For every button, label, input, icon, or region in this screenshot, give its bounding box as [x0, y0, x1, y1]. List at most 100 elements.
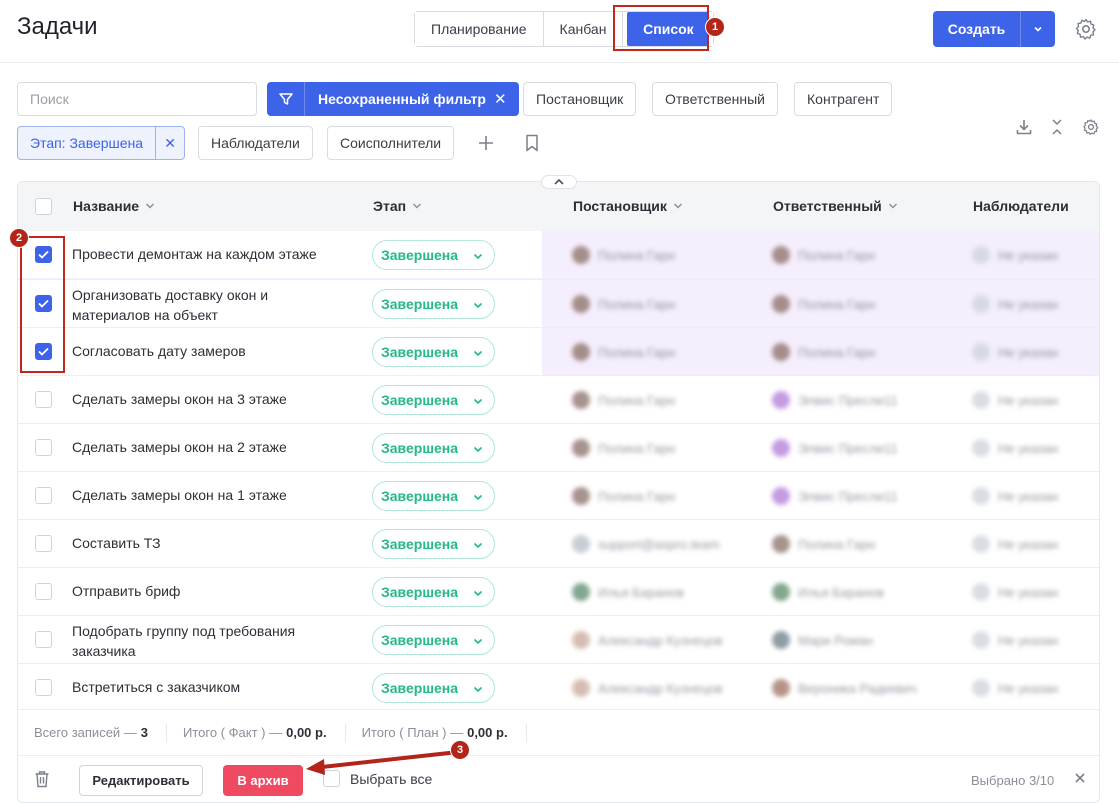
table-row[interactable]: Отправить бриф Завершена Илья Баранов Илья …	[18, 567, 1099, 615]
table-row[interactable]: Сделать замеры окон на 2 этаже Завершена П…	[18, 423, 1099, 471]
watchers-cell-text: Не указан	[998, 488, 1059, 504]
assignee-cell-text: Элвис Пресли11	[798, 440, 898, 456]
table-row[interactable]: Встретиться с заказчиком Завершена Алексан…	[18, 663, 1099, 711]
author-cell-text: Полина Гарн	[598, 488, 676, 504]
author-cell: Полина Гарн	[572, 295, 675, 313]
stage-select[interactable]: Завершена	[372, 529, 495, 559]
summary-plan: Итого ( План ) —0,00 р.	[346, 723, 527, 742]
stage-select[interactable]: Завершена	[372, 481, 495, 511]
avatar	[972, 439, 990, 457]
filter-chip-watchers[interactable]: Наблюдатели	[198, 126, 313, 160]
archive-button[interactable]: В архив	[223, 765, 303, 796]
assignee-cell: Полина Гарн	[772, 295, 875, 313]
task-name[interactable]: Провести демонтаж на каждом этаже	[72, 244, 317, 264]
collapse-filters-toggle[interactable]	[541, 175, 577, 189]
assignee-cell-text: Полина Гарн	[798, 296, 876, 312]
bookmark-icon[interactable]	[523, 133, 541, 153]
remove-stage-filter-icon[interactable]: ✕	[156, 127, 184, 159]
row-checkbox[interactable]	[35, 391, 52, 408]
column-author-label: Постановщик	[573, 198, 667, 214]
filter-chip-author[interactable]: Постановщик	[523, 82, 637, 116]
task-name[interactable]: Подобрать группу под требования заказчик…	[72, 621, 295, 661]
author-cell: Полина Гарн	[572, 439, 675, 457]
delete-trash-icon[interactable]	[34, 770, 50, 793]
stage-select-label: Завершена	[381, 440, 459, 456]
stage-select[interactable]: Завершена	[372, 289, 495, 319]
stage-select-label: Завершена	[381, 247, 459, 263]
assignee-cell: Полина Гарн	[772, 343, 875, 361]
download-icon[interactable]	[1014, 117, 1034, 137]
row-checkbox[interactable]	[35, 487, 52, 504]
stage-select[interactable]: Завершена	[372, 240, 495, 270]
stage-select[interactable]: Завершена	[372, 577, 495, 607]
assignee-cell: Элвис Пресли11	[772, 391, 897, 409]
summary-total-label: Всего записей —	[34, 725, 137, 740]
header-select-all-checkbox[interactable]	[35, 198, 52, 215]
table-row[interactable]: Составить ТЗ Завершена support@aspro.team П…	[18, 519, 1099, 567]
edit-button[interactable]: Редактировать	[79, 765, 203, 796]
avatar	[772, 391, 790, 409]
task-name[interactable]: Сделать замеры окон на 3 этаже	[72, 389, 287, 409]
assignee-cell: Элвис Пресли11	[772, 439, 897, 457]
avatar	[772, 583, 790, 601]
task-name[interactable]: Составить ТЗ	[72, 533, 161, 553]
active-filter-button[interactable]: Несохраненный фильтр ✕	[267, 82, 519, 116]
column-name[interactable]: Название	[73, 198, 155, 214]
row-checkbox[interactable]	[35, 439, 52, 456]
clear-filter-icon[interactable]: ✕	[492, 90, 519, 108]
stage-select-label: Завершена	[381, 536, 459, 552]
filter-chip-contractor[interactable]: Контрагент	[794, 82, 893, 116]
column-name-label: Название	[73, 198, 140, 214]
table-row[interactable]: Подобрать группу под требования заказчик…	[18, 615, 1099, 663]
stage-select[interactable]: Завершена	[372, 337, 495, 367]
stage-select[interactable]: Завершена	[372, 673, 495, 703]
avatar	[572, 391, 590, 409]
stage-select[interactable]: Завершена	[372, 433, 495, 463]
assignee-cell: Полина Гарн	[772, 535, 875, 553]
annotation-highlight-checkboxes	[20, 236, 65, 373]
create-dropdown-icon[interactable]	[1021, 23, 1055, 35]
filter-chip-assignee[interactable]: Ответственный	[652, 82, 778, 116]
table-row[interactable]: Сделать замеры окон на 3 этаже Завершена П…	[18, 375, 1099, 423]
tab-kanban[interactable]: Канбан	[543, 12, 624, 46]
task-name[interactable]: Сделать замеры окон на 1 этаже	[72, 485, 287, 505]
stage-select[interactable]: Завершена	[372, 625, 495, 655]
filter-chip-coexecutors[interactable]: Соисполнители	[327, 126, 455, 160]
avatar	[772, 246, 790, 264]
annotation-arrow	[306, 750, 459, 775]
table-row[interactable]: Сделать замеры окон на 1 этаже Завершена П…	[18, 471, 1099, 519]
close-selection-icon[interactable]	[1074, 771, 1086, 789]
search-input[interactable]	[17, 82, 257, 116]
tab-planning[interactable]: Планирование	[415, 12, 544, 46]
task-name[interactable]: Сделать замеры окон на 2 этаже	[72, 437, 287, 457]
task-name[interactable]: Согласовать дату замеров	[72, 341, 246, 361]
bulk-actions-bar: Редактировать В архив Выбрать все Выбран…	[18, 755, 1099, 802]
stage-select-label: Завершена	[381, 488, 459, 504]
stage-select[interactable]: Завершена	[372, 385, 495, 415]
column-author[interactable]: Постановщик	[573, 198, 683, 214]
table-row[interactable]: Организовать доставку окон и материалов …	[18, 279, 1099, 327]
task-name[interactable]: Встретиться с заказчиком	[72, 677, 240, 697]
row-checkbox[interactable]	[35, 631, 52, 648]
column-watchers[interactable]: Наблюдатели	[973, 198, 1069, 214]
avatar	[972, 487, 990, 505]
collapse-rows-icon[interactable]	[1048, 117, 1066, 137]
row-checkbox[interactable]	[35, 583, 52, 600]
table-row[interactable]: Согласовать дату замеров Завершена Полина …	[18, 327, 1099, 375]
table-row[interactable]: Провести демонтаж на каждом этаже Заверше…	[18, 231, 1099, 279]
header-divider	[0, 62, 1119, 63]
row-checkbox[interactable]	[35, 535, 52, 552]
stage-filter-chip[interactable]: Этап: Завершена ✕	[17, 126, 186, 160]
column-assignee[interactable]: Ответственный	[773, 198, 898, 214]
watchers-cell: Не указан	[972, 246, 1058, 264]
column-stage[interactable]: Этап	[373, 198, 422, 214]
add-filter-icon[interactable]	[476, 133, 496, 153]
table-settings-gear-icon[interactable]	[1081, 117, 1101, 137]
create-button[interactable]: Создать	[933, 11, 1055, 47]
task-name[interactable]: Организовать доставку окон и материалов …	[72, 285, 268, 325]
chevron-down-icon	[472, 490, 484, 506]
task-name[interactable]: Отправить бриф	[72, 581, 180, 601]
watchers-cell-text: Не указан	[998, 440, 1059, 456]
settings-gear-icon[interactable]	[1074, 17, 1098, 46]
row-checkbox[interactable]	[35, 679, 52, 696]
